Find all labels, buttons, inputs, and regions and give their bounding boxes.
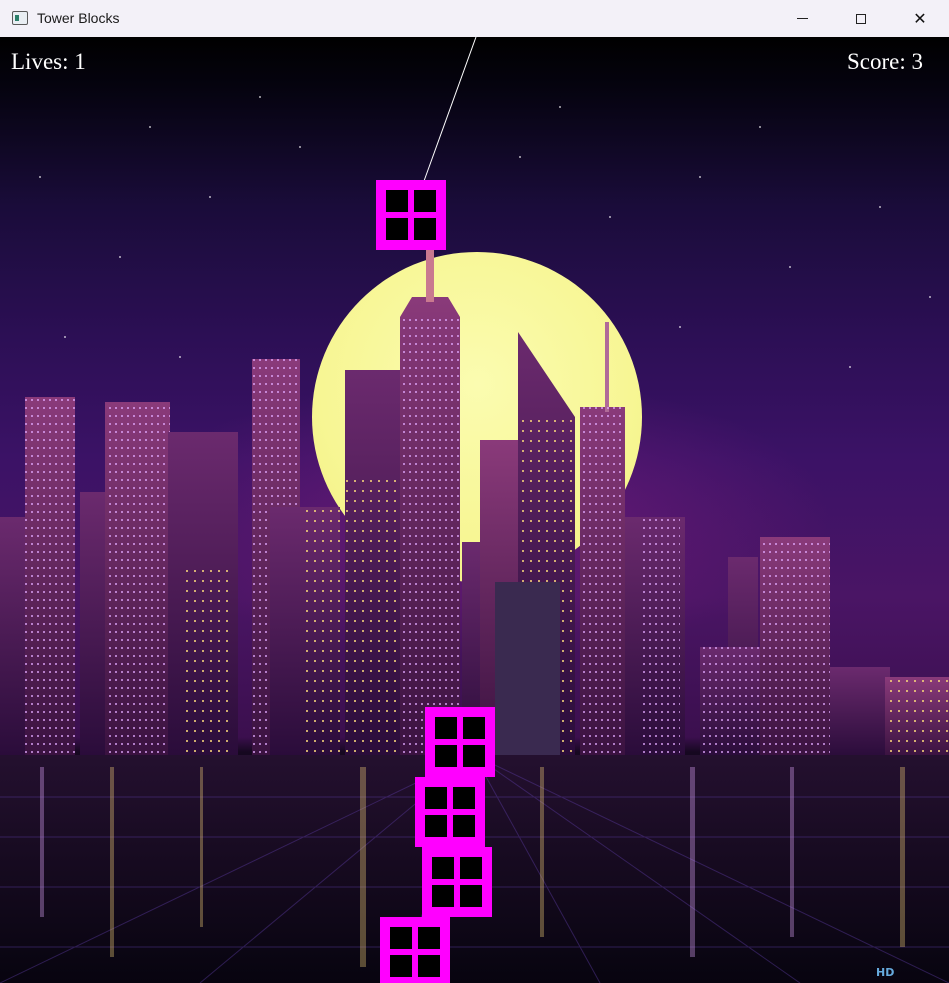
block-window	[460, 885, 482, 907]
game-canvas[interactable]: Lives: 1 Score: 3 HD	[0, 37, 949, 983]
score-counter: Score: 3	[846, 49, 923, 74]
stacked-block	[422, 847, 492, 917]
block-window	[418, 927, 440, 949]
minimize-button[interactable]	[773, 0, 831, 37]
close-button[interactable]: ✕	[891, 0, 949, 37]
block-window	[435, 717, 457, 739]
block-window	[460, 857, 482, 879]
block-window	[414, 190, 436, 212]
maximize-button[interactable]	[832, 0, 890, 37]
window-titlebar[interactable]: Tower Blocks ✕	[0, 0, 949, 38]
block-window	[463, 745, 485, 767]
block-window	[414, 218, 436, 240]
stacked-block	[380, 917, 450, 983]
block-window	[463, 717, 485, 739]
stacked-block	[415, 777, 485, 847]
block-window	[435, 745, 457, 767]
lives-counter: Lives: 1	[11, 49, 86, 74]
block-window	[432, 857, 454, 879]
block-window	[386, 218, 408, 240]
maximize-icon	[856, 13, 866, 24]
stacked-block	[425, 707, 495, 777]
window-title: Tower Blocks	[37, 10, 120, 26]
block-window	[390, 927, 412, 949]
watermark-logo: HD	[876, 966, 895, 979]
block-window	[453, 787, 475, 809]
app-icon	[12, 11, 28, 25]
close-icon: ✕	[913, 9, 927, 28]
block-window	[390, 955, 412, 977]
block-window	[432, 885, 454, 907]
block-window	[425, 815, 447, 837]
block-window	[418, 955, 440, 977]
falling-block[interactable]	[376, 180, 446, 250]
block-window	[386, 190, 408, 212]
block-window	[425, 787, 447, 809]
block-window	[453, 815, 475, 837]
minimize-icon	[796, 18, 808, 19]
